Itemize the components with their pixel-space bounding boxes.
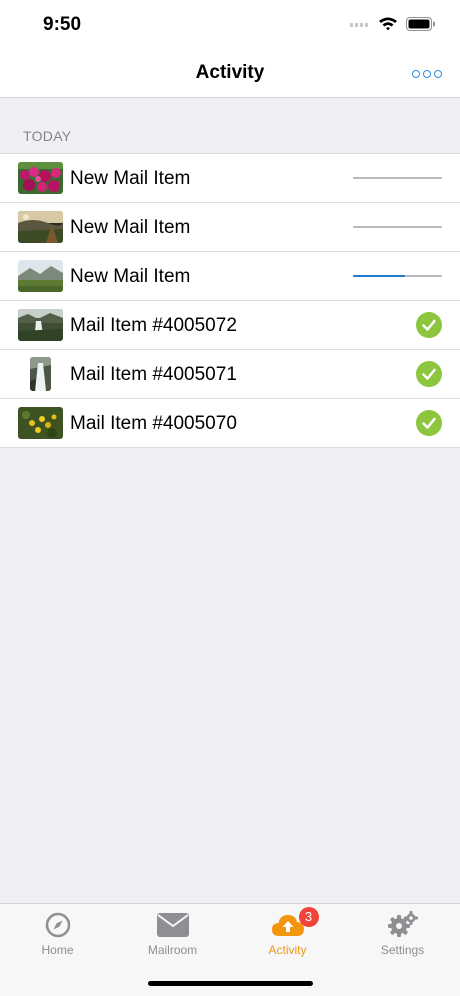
tab-label: Settings [380, 943, 425, 957]
status-icons [350, 16, 436, 31]
activity-row[interactable]: Mail Item #4005072 [0, 301, 460, 350]
upload-progress-bar [353, 226, 442, 228]
tab-label: Home [41, 943, 74, 957]
upload-complete-check-icon [416, 410, 442, 436]
upload-progress-fill [353, 275, 405, 277]
mountain-field-thumbnail [18, 260, 63, 292]
row-title: New Mail Item [70, 168, 191, 189]
upload-complete-check-icon [416, 361, 442, 387]
activity-row[interactable]: New Mail Item [0, 252, 460, 301]
tab-activity[interactable]: 3 Activity [230, 907, 345, 970]
status-bar: 9:50 [0, 0, 460, 50]
upload-progress-bar [353, 275, 442, 277]
upload-complete-check-icon [416, 312, 442, 338]
status-time: 9:50 [43, 14, 82, 35]
cloud-upload-icon: 3 [271, 907, 319, 940]
more-dot-icon [434, 70, 442, 78]
activity-row[interactable]: Mail Item #4005071 [0, 350, 460, 399]
home-indicator [148, 981, 313, 986]
tab-label: Activity [268, 943, 307, 957]
navigation-bar: Activity [0, 50, 460, 98]
row-title: New Mail Item [70, 266, 191, 287]
more-dot-icon [412, 70, 420, 78]
envelope-icon [156, 910, 190, 940]
hillside-sunset-thumbnail [18, 211, 63, 243]
activity-row[interactable]: New Mail Item [0, 203, 460, 252]
upload-progress-bar [353, 177, 442, 179]
cellular-signal-icon [350, 22, 368, 27]
row-title: New Mail Item [70, 217, 191, 238]
activity-row[interactable]: New Mail Item [0, 154, 460, 203]
gears-icon [386, 910, 420, 940]
activity-list: New Mail Item New Mail Item New Mail Ite… [0, 153, 460, 448]
row-title: Mail Item #4005070 [70, 413, 237, 434]
page-title: Activity [195, 62, 265, 83]
tab-settings[interactable]: Settings [345, 910, 460, 970]
row-title: Mail Item #4005071 [70, 364, 237, 385]
magenta-flowers-thumbnail [18, 162, 63, 194]
wifi-icon [379, 17, 397, 31]
yellow-flowers-thumbnail [18, 407, 63, 439]
battery-icon [406, 16, 435, 31]
more-dot-icon [423, 70, 431, 78]
tab-home[interactable]: Home [0, 910, 115, 970]
tab-label: Mailroom [147, 943, 198, 957]
more-options-button[interactable] [412, 64, 442, 84]
section-header-today: TODAY [23, 128, 72, 144]
waterfall-valley-thumbnail [18, 309, 63, 341]
activity-badge: 3 [298, 907, 319, 927]
tab-mailroom[interactable]: Mailroom [115, 910, 230, 970]
waterfall-portrait-thumbnail [30, 357, 51, 391]
compass-icon [41, 910, 75, 940]
activity-row[interactable]: Mail Item #4005070 [0, 399, 460, 448]
row-title: Mail Item #4005072 [70, 315, 237, 336]
